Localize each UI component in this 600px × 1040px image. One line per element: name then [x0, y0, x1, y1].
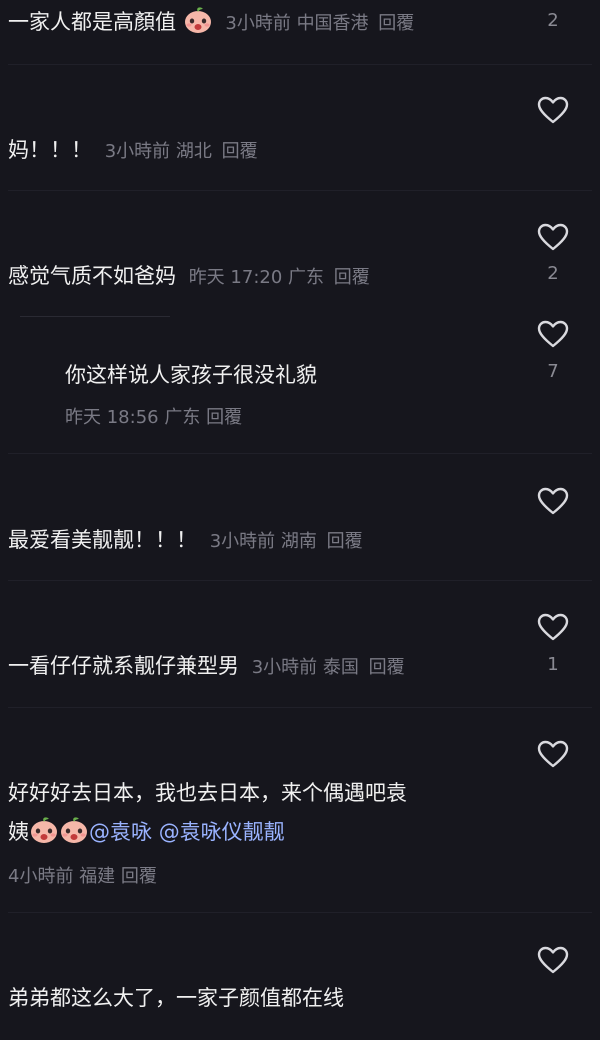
reply-button[interactable]: 回覆 [369, 657, 405, 678]
comment-meta: 4小時前 福建 回覆 [8, 866, 157, 887]
reply-button[interactable]: 回覆 [121, 866, 157, 887]
heart-outline-icon[interactable] [537, 223, 569, 251]
reply-button[interactable]: 回覆 [378, 13, 414, 34]
heart-outline-icon[interactable] [537, 740, 569, 768]
heart-outline-icon[interactable] [537, 487, 569, 515]
reply-button[interactable]: 回覆 [334, 267, 370, 288]
comment-text: 最爱看美靓靓！！！ 3小時前 湖南 回覆 [8, 528, 363, 552]
like-count: 2 [547, 263, 559, 284]
divider [8, 190, 592, 191]
divider [8, 64, 592, 65]
comments-list: 一家人都是高顏值 3小時前 中国香港 回覆 2 妈！！！ 3小時前 湖北 回覆 … [0, 0, 600, 1040]
comment-meta: 3小時前 泰国 回覆 [251, 657, 405, 678]
heart-outline-icon[interactable] [537, 320, 569, 348]
reply-button[interactable]: 回覆 [222, 141, 258, 162]
comment-meta: 3小時前 中国香港 回覆 [225, 13, 415, 34]
reply-text: 你这样说人家孩子很没礼貌 [65, 363, 317, 387]
comment-text: 妈！！！ 3小時前 湖北 回覆 [8, 138, 258, 162]
heart-outline-icon[interactable] [537, 946, 569, 974]
like-count: 1 [547, 654, 559, 675]
heart-outline-icon[interactable] [537, 613, 569, 641]
heart-outline-icon[interactable] [537, 96, 569, 124]
like-count: 2 [547, 10, 559, 31]
peach-face-emoji-icon [183, 6, 213, 34]
divider [8, 912, 592, 913]
comment-text: 感觉气质不如爸妈 昨天 17:20 广东 回覆 [8, 264, 370, 288]
reply-button[interactable]: 回覆 [206, 407, 242, 428]
comment-text-line: 姨 @袁咏 @袁咏仪靓靓 [8, 813, 510, 851]
divider [8, 453, 592, 454]
reply-meta: 昨天 18:56 广东 回覆 [65, 407, 243, 428]
mention-link[interactable]: @袁咏仪靓靓 [159, 820, 285, 844]
comment-text: 一看仔仔就系靓仔兼型男 3小時前 泰国 回覆 [8, 654, 405, 678]
divider [8, 580, 592, 581]
peach-face-emoji-icon [59, 816, 89, 844]
like-count: 7 [547, 361, 559, 382]
comment-meta: 3小時前 湖南 回覆 [209, 531, 363, 552]
comment-text-line: 好好好去日本，我也去日本，来个偶遇吧袁 [8, 781, 407, 805]
divider [8, 707, 592, 708]
comment-text: 弟弟都这么大了，一家子颜值都在线 [8, 986, 344, 1010]
reply-button[interactable]: 回覆 [327, 531, 363, 552]
mention-link[interactable]: @袁咏 [89, 820, 152, 844]
comment-meta: 昨天 17:20 广东 回覆 [188, 267, 370, 288]
peach-face-emoji-icon [29, 816, 59, 844]
comment-meta: 3小時前 湖北 回覆 [104, 141, 258, 162]
comment-text: 一家人都是高顏值 3小時前 中国香港 回覆 [8, 3, 510, 43]
reply-separator [20, 316, 170, 317]
